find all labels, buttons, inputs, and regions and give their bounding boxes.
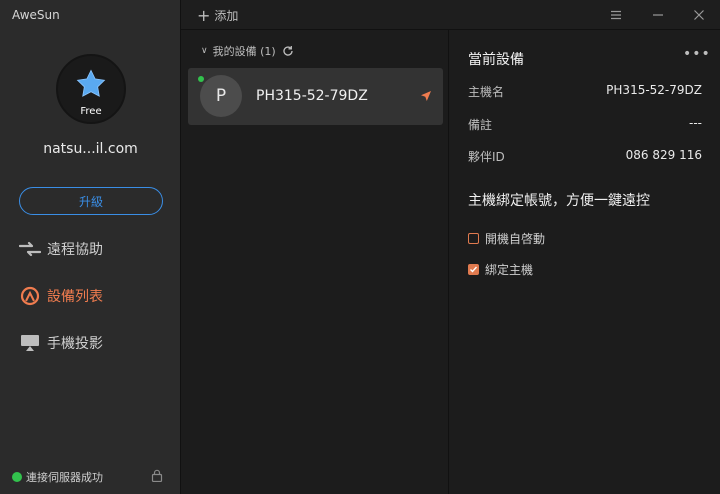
sidebar-item-screen-cast[interactable]: 手機投影 xyxy=(19,331,103,355)
app-title: AweSun xyxy=(12,8,60,22)
checkbox-box[interactable] xyxy=(468,233,479,244)
screen-cast-icon xyxy=(19,333,41,353)
detail-key: 主機名 xyxy=(468,85,505,99)
status-dot xyxy=(12,472,22,482)
details-title: 當前設備 xyxy=(468,52,524,68)
device-list-icon xyxy=(19,286,41,306)
checkmark-icon xyxy=(470,266,478,273)
remote-control-icon[interactable] xyxy=(420,90,432,102)
device-details-panel: 當前設備 ••• 主機名 PH315-52-79DZ 備註 --- 夥伴ID 0… xyxy=(449,30,720,494)
menu-icon[interactable] xyxy=(609,8,623,22)
sidebar-item-label: 設備列表 xyxy=(47,289,103,305)
remote-assist-icon xyxy=(19,239,41,259)
refresh-icon[interactable] xyxy=(282,45,294,57)
minimize-icon[interactable] xyxy=(651,8,665,22)
plus-icon: + xyxy=(197,5,211,25)
avatar[interactable]: Free xyxy=(56,54,126,124)
detail-key: 夥伴ID xyxy=(468,150,505,164)
sidebar: AweSun Free natsu...il.com 升級 遠程協助 設備列表 xyxy=(0,0,181,494)
autostart-checkbox[interactable]: 開機自啓動 xyxy=(468,230,545,247)
chevron-down-icon: ∨ xyxy=(201,46,208,56)
detail-value[interactable]: --- xyxy=(689,116,702,133)
detail-value: PH315-52-79DZ xyxy=(606,83,702,97)
detail-row-hostname: 主機名 PH315-52-79DZ xyxy=(468,83,702,100)
detail-row-remark[interactable]: 備註 --- xyxy=(468,116,702,133)
detail-row-partner-id: 夥伴ID 086 829 116 xyxy=(468,148,702,165)
device-group-label: 我的設備 (1) xyxy=(212,45,276,58)
device-name: PH315-52-79DZ xyxy=(256,88,368,104)
checkbox-label: 開機自啓動 xyxy=(485,232,546,246)
upgrade-button[interactable]: 升級 xyxy=(19,187,163,215)
close-icon[interactable] xyxy=(692,8,706,22)
bind-section-title: 主機綁定帳號，方便一鍵遠控 xyxy=(468,193,650,209)
device-group-header[interactable]: ∨ 我的設備 (1) xyxy=(201,43,294,59)
sidebar-item-device-list[interactable]: 設備列表 xyxy=(19,284,103,308)
sidebar-item-label: 遠程協助 xyxy=(47,242,103,258)
account-email: natsu...il.com xyxy=(43,141,138,157)
add-device-label: 添加 xyxy=(214,9,239,23)
more-icon[interactable]: ••• xyxy=(683,46,711,62)
device-list-panel: ∨ 我的設備 (1) P PH315-52-79DZ xyxy=(181,0,449,494)
bind-host-checkbox[interactable]: 綁定主機 xyxy=(468,261,533,278)
sidebar-item-remote-assist[interactable]: 遠程協助 xyxy=(19,237,103,261)
device-avatar: P xyxy=(200,75,242,117)
plan-badge: Free xyxy=(80,106,102,117)
detail-value: 086 829 116 xyxy=(625,148,702,162)
lock-icon[interactable] xyxy=(151,469,163,482)
status-text: 連接伺服器成功 xyxy=(26,471,103,484)
sidebar-item-label: 手機投影 xyxy=(47,336,103,352)
online-indicator xyxy=(198,76,204,82)
add-device-button[interactable]: + 添加 xyxy=(197,7,238,24)
device-row[interactable]: P PH315-52-79DZ xyxy=(188,68,443,125)
detail-key: 備註 xyxy=(468,118,493,132)
star-icon xyxy=(76,69,106,97)
checkbox-box[interactable] xyxy=(468,264,479,275)
checkbox-label: 綁定主機 xyxy=(485,263,534,277)
top-bar: + 添加 xyxy=(181,0,720,30)
connection-status: 連接伺服器成功 xyxy=(12,469,103,485)
